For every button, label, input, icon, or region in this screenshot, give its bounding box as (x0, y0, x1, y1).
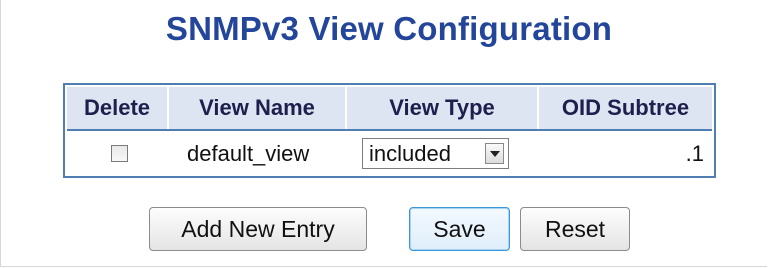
save-button[interactable]: Save (409, 207, 510, 251)
table-row: default_view included .1 (67, 133, 712, 174)
header-delete: Delete (83, 95, 151, 120)
view-type-select[interactable]: included (362, 138, 509, 169)
reset-button[interactable]: Reset (520, 207, 630, 251)
chevron-down-icon[interactable] (485, 143, 504, 164)
header-view-name: View Name (199, 95, 315, 120)
page-title: SNMPv3 View Configuration (165, 10, 613, 47)
header-oid-subtree: OID Subtree (561, 95, 690, 120)
header-view-type: View Type (389, 95, 495, 120)
view-name-cell: default_view (187, 141, 310, 166)
add-new-entry-button[interactable]: Add New Entry (149, 207, 367, 251)
oid-subtree-cell: .1 (685, 141, 704, 166)
delete-checkbox[interactable] (111, 145, 128, 162)
table-header: Delete View Name View Type OID Subtree (67, 87, 712, 131)
view-type-selected-value: included (369, 141, 451, 166)
snmpv3-view-table: Delete View Name View Type OID Subtree d… (63, 83, 716, 178)
